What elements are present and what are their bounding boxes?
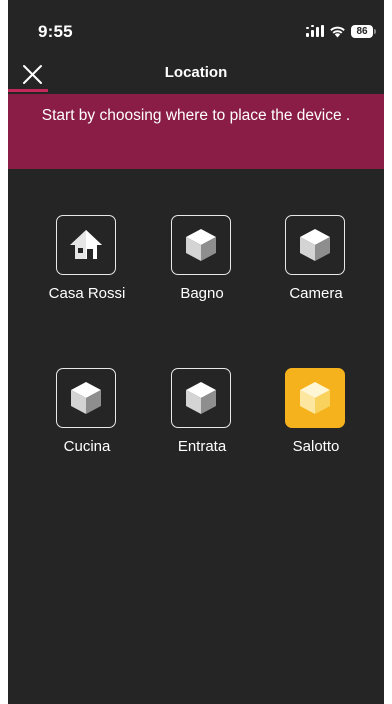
location-label: Casa Rossi xyxy=(48,285,126,302)
status-icons: 86 xyxy=(306,22,376,40)
location-tile-box-selected[interactable] xyxy=(285,368,345,428)
banner-text: Start by choosing where to place the dev… xyxy=(41,107,351,124)
location-salotto[interactable]: Salotto xyxy=(261,368,371,478)
location-camera[interactable]: Camera xyxy=(261,215,371,325)
location-entrata[interactable]: Entrata xyxy=(147,368,257,478)
signal-icon xyxy=(306,25,324,37)
info-banner: Start by choosing where to place the dev… xyxy=(8,94,384,169)
location-tile-box[interactable] xyxy=(285,215,345,275)
location-label: Entrata xyxy=(177,438,227,455)
battery-level: 86 xyxy=(351,24,373,38)
status-time: 9:55 xyxy=(38,22,73,41)
location-tile-box[interactable] xyxy=(56,368,116,428)
wifi-icon xyxy=(330,26,345,37)
battery-cap xyxy=(374,28,376,34)
location-tile-box[interactable] xyxy=(171,215,231,275)
cube-icon xyxy=(186,382,216,414)
location-tile-box[interactable] xyxy=(171,368,231,428)
location-label: Camera xyxy=(289,285,343,302)
app-screen: 9:55 86 Location Start by choosing where… xyxy=(8,0,384,704)
battery-icon: 86 xyxy=(351,24,376,38)
cube-icon xyxy=(300,229,330,261)
location-cucina[interactable]: Cucina xyxy=(32,368,142,478)
house-icon xyxy=(70,230,102,259)
location-casa-rossi[interactable]: Casa Rossi xyxy=(32,215,142,325)
header-indicator xyxy=(8,89,48,92)
location-label: Bagno xyxy=(180,285,224,302)
cube-icon xyxy=(186,229,216,261)
location-label: Cucina xyxy=(63,438,111,455)
cube-icon xyxy=(300,382,330,414)
status-bar: 9:55 86 xyxy=(8,0,384,58)
location-tile-box[interactable] xyxy=(56,215,116,275)
page-title: Location xyxy=(164,64,228,81)
cube-icon xyxy=(71,382,101,414)
location-bagno[interactable]: Bagno xyxy=(147,215,257,325)
location-label: Salotto xyxy=(292,438,340,455)
header: Location xyxy=(8,58,384,92)
